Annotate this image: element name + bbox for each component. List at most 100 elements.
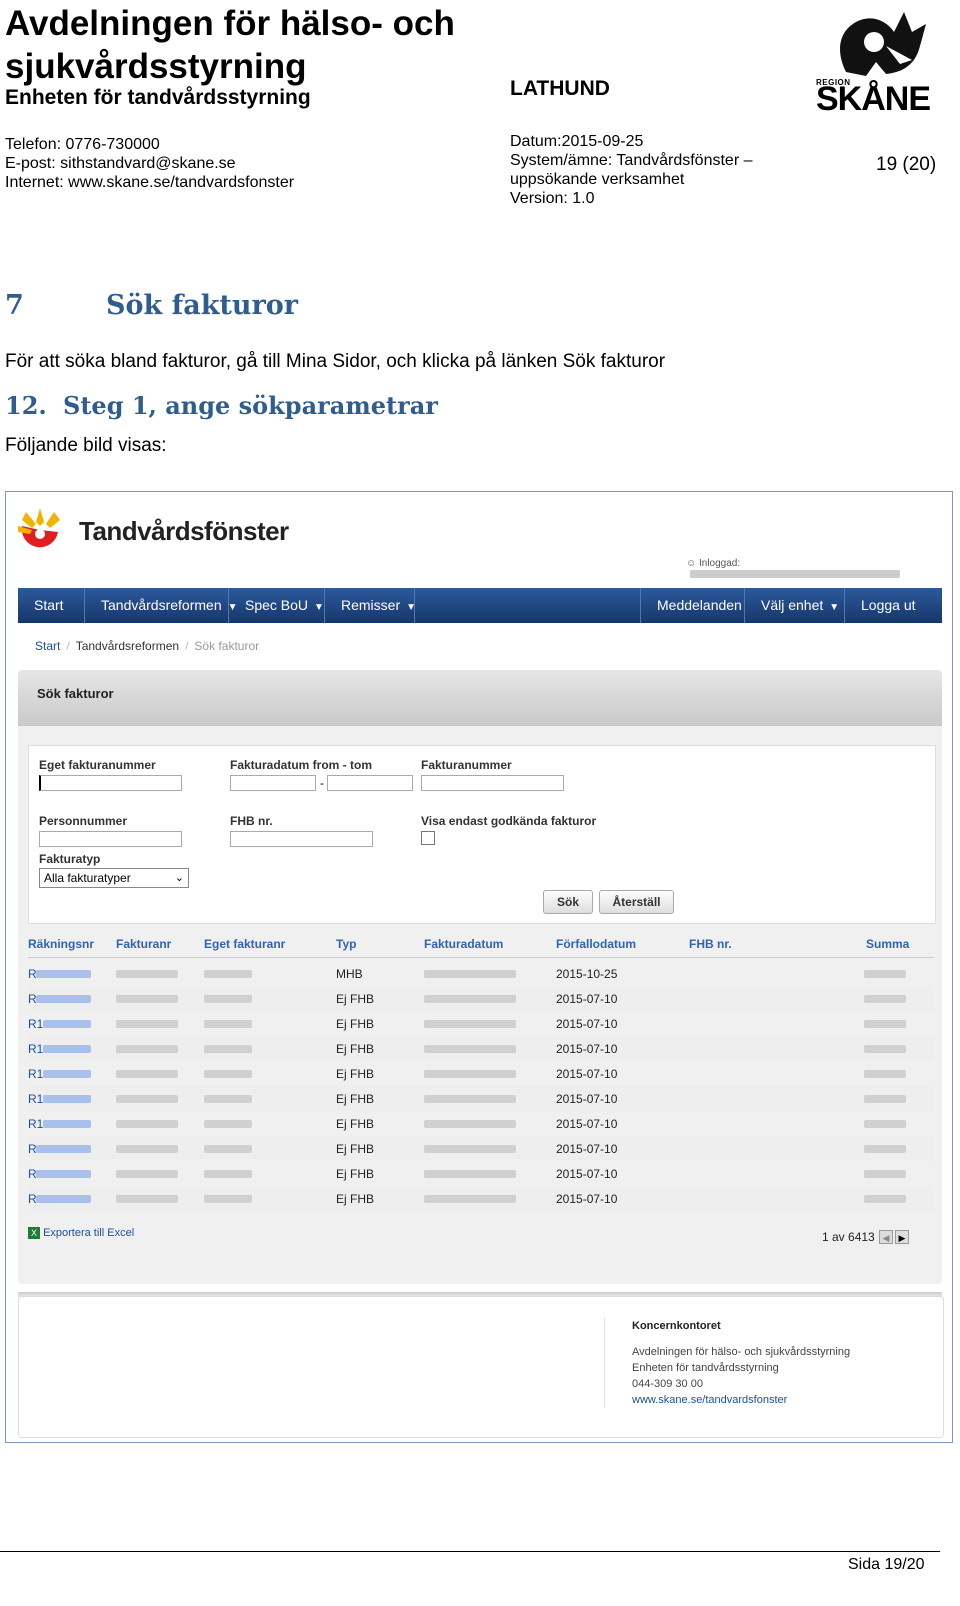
prev-page-icon[interactable]: ◀	[879, 1230, 893, 1244]
table-row[interactable]: R Ej FHB 2015-07-10	[28, 986, 934, 1011]
nav-tandvardsreformen[interactable]: Tandvårdsreformen ▼	[85, 588, 238, 623]
griffin-icon	[840, 12, 926, 76]
redacted-summa	[864, 1070, 906, 1078]
table-row[interactable]: R1 Ej FHB 2015-07-10	[28, 1011, 934, 1036]
redacted-eget-fakturanr	[204, 1020, 252, 1028]
cell-forfallodatum: 2015-07-10	[556, 1142, 618, 1156]
redacted-rakningsnr	[43, 1095, 91, 1103]
invoice-type-select[interactable]: Alla fakturatyper ⌄	[39, 868, 189, 888]
invoice-date-to-input[interactable]	[327, 775, 413, 791]
table-row[interactable]: R1 Ej FHB 2015-07-10	[28, 1036, 934, 1061]
redacted-summa	[864, 1045, 906, 1053]
redacted-rakningsnr	[43, 1045, 91, 1053]
cell-rakningsnr-prefix[interactable]: R1	[28, 1117, 43, 1131]
redacted-eget-fakturanr	[204, 1070, 252, 1078]
cell-rakningsnr-prefix[interactable]: R1	[28, 1042, 43, 1056]
invoice-number-label: Fakturanummer	[421, 758, 512, 772]
redacted-fakturadatum	[424, 995, 516, 1003]
fhb-label: FHB nr.	[230, 814, 273, 828]
redacted-fakturanr	[116, 1095, 178, 1103]
col-fakturadatum[interactable]: Fakturadatum	[424, 937, 503, 951]
redacted-fakturanr	[116, 1120, 178, 1128]
nav-spec-bou-label: Spec BoU	[245, 597, 309, 613]
nav-start[interactable]: Start	[18, 588, 85, 623]
doc-meta: Datum:2015-09-25 System/ämne: Tandvårdsf…	[510, 132, 800, 208]
invoice-date-from-input[interactable]	[230, 775, 316, 791]
table-row[interactable]: R1 Ej FHB 2015-07-10	[28, 1061, 934, 1086]
table-row[interactable]: R Ej FHB 2015-07-10	[28, 1186, 934, 1211]
login-user-redacted	[690, 570, 900, 579]
export-excel-link[interactable]: X Exportera till Excel	[28, 1227, 135, 1240]
cell-rakningsnr-prefix[interactable]: R1	[28, 1067, 43, 1081]
cell-forfallodatum: 2015-07-10	[556, 992, 618, 1006]
pager: 1 av 6413	[822, 1230, 875, 1244]
redacted-fakturadatum	[424, 1070, 516, 1078]
cell-rakningsnr-prefix[interactable]: R1	[28, 1017, 43, 1031]
caret-down-icon: ▼	[406, 602, 417, 613]
redacted-rakningsnr	[43, 1120, 91, 1128]
col-eget-fakturanr[interactable]: Eget fakturanr	[204, 937, 285, 951]
nav-valj-enhet-label: Välj enhet	[761, 597, 824, 613]
app-screenshot: Tandvårdsfönster ☺ Inloggad: Start Tandv…	[5, 491, 953, 1443]
personnummer-input[interactable]	[39, 831, 182, 847]
approved-only-checkbox[interactable]	[421, 831, 435, 845]
breadcrumb-start[interactable]: Start	[35, 639, 60, 653]
col-typ[interactable]: Typ	[336, 937, 356, 951]
redacted-fakturanr	[116, 1195, 178, 1203]
table-row[interactable]: R1 Ej FHB 2015-07-10	[28, 1086, 934, 1111]
table-row[interactable]: R Ej FHB 2015-07-10	[28, 1161, 934, 1186]
table-row[interactable]: R Ej FHB 2015-07-10	[28, 1136, 934, 1161]
doc-date: Datum:2015-09-25	[510, 133, 644, 150]
contact-block: Telefon: 0776-730000 E-post: sithstandva…	[5, 135, 294, 192]
cell-forfallodatum: 2015-07-10	[556, 1092, 618, 1106]
cell-typ: Ej FHB	[336, 1092, 375, 1106]
cell-typ: Ej FHB	[336, 1067, 375, 1081]
cell-forfallodatum: 2015-07-10	[556, 1067, 618, 1081]
col-rakningsnr[interactable]: Räkningsnr	[28, 937, 94, 951]
nav-spec-bou[interactable]: Spec BoU ▼	[229, 588, 325, 623]
cell-typ: Ej FHB	[336, 992, 375, 1006]
col-forfallodatum[interactable]: Förfallodatum	[556, 937, 636, 951]
redacted-fakturadatum	[424, 1045, 516, 1053]
table-row[interactable]: R MHB 2015-10-25	[28, 961, 934, 986]
redacted-fakturanr	[116, 970, 178, 978]
table-row[interactable]: R1 Ej FHB 2015-07-10	[28, 1111, 934, 1136]
search-button[interactable]: Sök	[543, 890, 593, 914]
next-page-icon[interactable]: ▶	[895, 1230, 909, 1244]
reset-button[interactable]: Återställ	[599, 890, 674, 914]
doc-system-line1: System/ämne: Tandvårdsfönster –	[510, 152, 753, 169]
org-title-line2: sjukvårdsstyrning	[5, 47, 307, 86]
export-excel-label: Exportera till Excel	[43, 1227, 135, 1239]
redacted-fakturanr	[116, 1070, 178, 1078]
col-summa[interactable]: Summa	[866, 937, 909, 951]
main-nav: Start Tandvårdsreformen ▼ Spec BoU ▼ Remis…	[18, 588, 942, 623]
nav-remisser[interactable]: Remisser ▼	[325, 588, 417, 623]
personnummer-label: Personnummer	[39, 814, 128, 828]
redacted-rakningsnr	[36, 1145, 91, 1153]
col-fakturanr[interactable]: Fakturanr	[116, 937, 171, 951]
cell-rakningsnr-prefix[interactable]: R1	[28, 1092, 43, 1106]
cell-forfallodatum: 2015-07-10	[556, 1167, 618, 1181]
cell-forfallodatum: 2015-07-10	[556, 1117, 618, 1131]
fhb-input[interactable]	[230, 831, 373, 847]
search-panel-header	[18, 670, 942, 726]
nav-meddelanden[interactable]: Meddelanden	[640, 588, 745, 623]
footer-link[interactable]: www.skane.se/tandvardsfonster	[632, 1394, 787, 1406]
section-number: 7	[5, 290, 24, 321]
redacted-eget-fakturanr	[204, 1145, 252, 1153]
redacted-fakturadatum	[424, 1145, 516, 1153]
own-invoice-input[interactable]	[39, 775, 182, 791]
redacted-summa	[864, 1170, 906, 1178]
redacted-fakturadatum	[424, 1020, 516, 1028]
invoice-number-input[interactable]	[421, 775, 564, 791]
footer-title: Koncernkontoret	[632, 1320, 721, 1332]
nav-valj-enhet[interactable]: Välj enhet ▼	[745, 588, 845, 623]
chevron-down-icon: ⌄	[174, 872, 184, 884]
redacted-eget-fakturanr	[204, 1195, 252, 1203]
breadcrumb-tandvardsreformen[interactable]: Tandvårdsreformen	[76, 639, 179, 653]
cell-typ: Ej FHB	[336, 1142, 375, 1156]
redacted-eget-fakturanr	[204, 995, 252, 1003]
pager-label: 1 av 6413	[822, 1230, 875, 1244]
nav-logga-ut[interactable]: Logga ut	[845, 588, 931, 623]
col-fhb-nr[interactable]: FHB nr.	[689, 937, 732, 951]
